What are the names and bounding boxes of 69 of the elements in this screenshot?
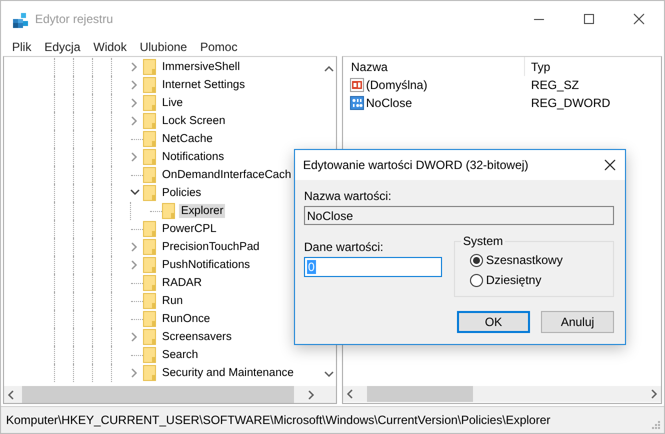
tree-item[interactable]: Internet Settings (160, 78, 247, 92)
dialog-button[interactable]: OK (457, 311, 530, 333)
folder-icon (143, 311, 156, 327)
column-header[interactable]: Nazwa (343, 57, 525, 76)
tree-item[interactable]: RADAR (160, 276, 204, 290)
dialog-button[interactable]: Anuluj (541, 311, 614, 333)
menu-item[interactable]: Plik (12, 40, 32, 54)
folder-icon (143, 113, 156, 129)
tree-item[interactable]: Screensavers (160, 330, 234, 344)
tree-item[interactable]: Lock Screen (160, 114, 228, 128)
scrollbar-thumb[interactable] (367, 386, 473, 402)
menu-item[interactable]: Ulubione (140, 40, 188, 54)
folder-icon (143, 329, 156, 345)
value-name-field[interactable]: NoClose (304, 206, 614, 225)
value-name[interactable]: NoClose (366, 96, 412, 110)
tree-item[interactable]: Live (160, 96, 185, 110)
radio-button[interactable] (470, 274, 483, 286)
folder-icon (143, 185, 156, 201)
dialog-title: Edytowanie wartości DWORD (32-bitowej) (303, 158, 528, 172)
radio-button[interactable] (470, 254, 483, 266)
folder-icon (143, 221, 156, 237)
app-icon (12, 10, 29, 28)
value-name[interactable]: (Domyślna) (366, 78, 428, 92)
tree-item[interactable]: PrecisionTouchPad (160, 240, 262, 254)
scrollbar[interactable] (343, 386, 661, 402)
folder-icon (143, 257, 156, 273)
tree-item[interactable]: Security and Maintenance (160, 366, 296, 380)
radio-label[interactable]: Dziesiętny (486, 273, 542, 287)
radio-label[interactable]: Szesnastkowy (486, 253, 563, 267)
scrollbar[interactable] (4, 386, 336, 403)
tree-item[interactable]: Search (160, 348, 200, 362)
tree-item[interactable]: ImmersiveShell (160, 60, 242, 74)
tree-item[interactable]: OnDemandInterfaceCach (160, 168, 294, 182)
status-path: Komputer\HKEY_CURRENT_USER\SOFTWARE\Microsoft\Windows\CurrentVersion\Policies\Explorer (6, 413, 550, 427)
tree-item[interactable]: Explorer (179, 204, 226, 218)
tree-item[interactable]: Policies (160, 186, 204, 200)
field-label: Nazwa wartości: (304, 189, 392, 203)
tree-item[interactable]: Notifications (160, 150, 226, 164)
window-title: Edytor rejestru (35, 12, 114, 26)
tree-item[interactable]: NetCache (160, 132, 215, 146)
tree-item[interactable]: PushNotifications (160, 258, 252, 272)
menu-item[interactable]: Widok (93, 40, 127, 54)
folder-icon (143, 95, 156, 111)
resize-grip-icon (651, 420, 661, 430)
scroll-up-icon[interactable] (324, 65, 334, 72)
value-type: REG_SZ (530, 78, 580, 92)
field-label: Dane wartości: (304, 240, 384, 254)
folder-icon (143, 77, 156, 93)
folder-icon (143, 239, 156, 255)
folder-icon (162, 203, 175, 219)
folder-icon (143, 347, 156, 363)
folder-icon (143, 149, 156, 165)
tree-item[interactable]: RunOnce (160, 312, 212, 326)
folder-icon (143, 365, 156, 381)
scroll-down-icon[interactable] (324, 371, 334, 378)
menu-item[interactable]: Edycja (44, 40, 80, 54)
folder-icon (143, 275, 156, 291)
column-header[interactable]: Typ (525, 60, 550, 74)
folder-icon (143, 167, 156, 183)
group-title: System (461, 234, 506, 248)
tree-item[interactable]: PowerCPL (160, 222, 218, 236)
folder-icon (143, 131, 156, 147)
tree-item[interactable]: Run (160, 294, 185, 308)
folder-icon (143, 59, 156, 75)
menu-item[interactable]: Pomoc (200, 40, 238, 54)
close-icon[interactable] (604, 159, 616, 171)
scrollbar-thumb[interactable] (22, 386, 294, 403)
folder-icon (143, 293, 156, 309)
value-type: REG_DWORD (530, 96, 610, 110)
